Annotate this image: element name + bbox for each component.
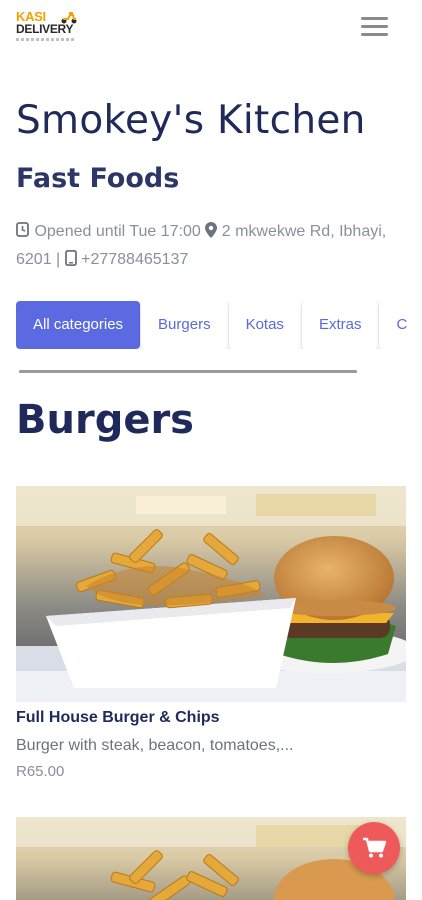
menu-item-description: Burger with steak, beacon, tomatoes,... bbox=[16, 737, 294, 754]
logo-text-delivery: DELIVERY bbox=[16, 22, 74, 36]
cart-button[interactable] bbox=[348, 822, 400, 874]
kasi-delivery-logo[interactable]: KASI DELIVERY bbox=[16, 10, 80, 44]
restaurant-info: Opened until Tue 17:00 2 mkwekwe Rd, Ibh… bbox=[16, 218, 396, 274]
menu-item-price: R65.00 bbox=[16, 763, 65, 780]
tab-partial[interactable]: C bbox=[379, 301, 407, 349]
category-tabs: All categories Burgers Kotas Extras C bbox=[16, 301, 407, 349]
logo-tagline bbox=[16, 38, 76, 41]
tab-all-categories[interactable]: All categories bbox=[16, 301, 141, 349]
top-header: KASI DELIVERY bbox=[0, 0, 422, 60]
opening-hours: Opened until Tue 17:00 bbox=[34, 223, 201, 240]
hamburger-menu-icon[interactable] bbox=[361, 15, 389, 39]
clock-icon bbox=[16, 222, 29, 237]
menu-item-name[interactable]: Full House Burger & Chips bbox=[16, 709, 220, 727]
info-separator: | bbox=[56, 251, 61, 268]
mobile-phone-icon bbox=[64, 250, 77, 266]
restaurant-name: Smokey's Kitchen bbox=[16, 98, 366, 143]
restaurant-phone[interactable]: +27788465137 bbox=[81, 251, 188, 268]
menu-item-image[interactable] bbox=[16, 486, 406, 702]
menu-item-image-2[interactable] bbox=[16, 817, 406, 900]
map-pin-icon bbox=[205, 222, 218, 238]
restaurant-category: Fast Foods bbox=[16, 163, 180, 194]
tab-burgers[interactable]: Burgers bbox=[141, 301, 228, 349]
tabs-scrollbar[interactable] bbox=[19, 370, 357, 373]
shopping-cart-icon bbox=[363, 837, 386, 858]
tab-extras[interactable]: Extras bbox=[301, 301, 379, 349]
section-title-burgers: Burgers bbox=[16, 397, 194, 443]
tab-kotas[interactable]: Kotas bbox=[228, 301, 301, 349]
